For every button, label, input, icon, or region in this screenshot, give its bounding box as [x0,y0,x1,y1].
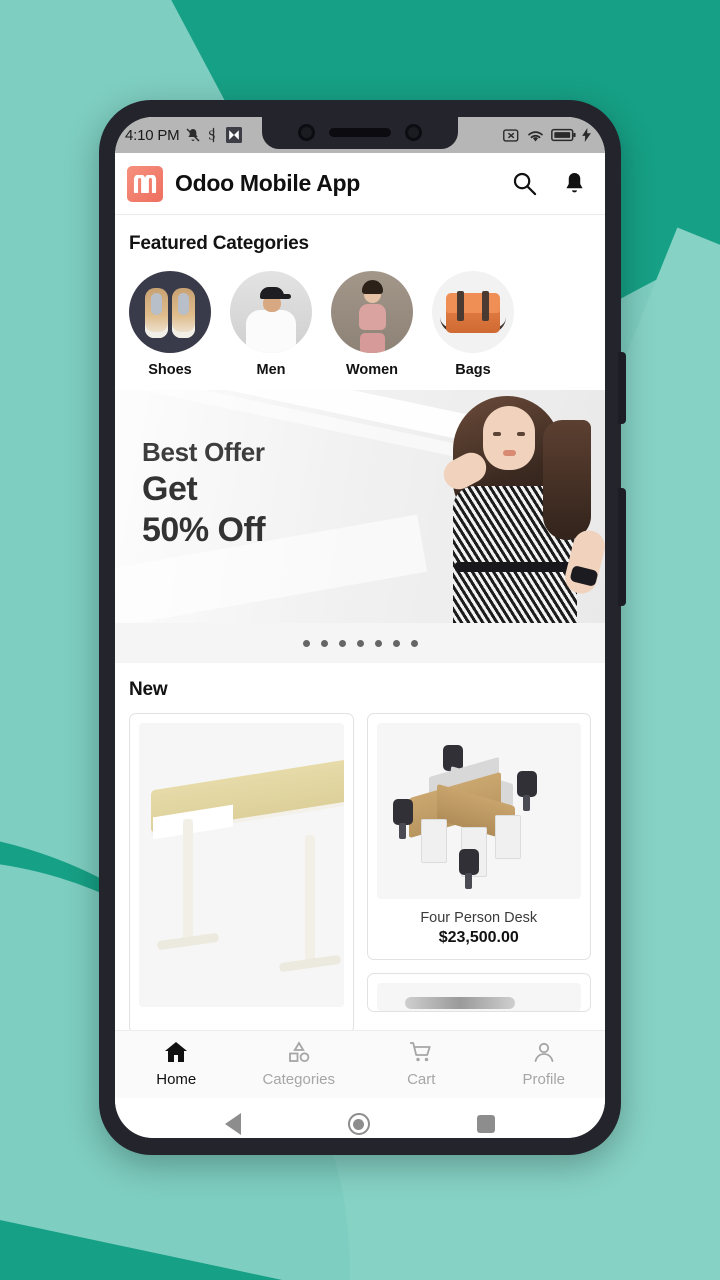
banner-model-image [409,390,605,623]
carousel-dot[interactable] [410,639,418,647]
product-grid: Four Person Desk $23,500.00 [115,701,605,1034]
svg-text:S: S [209,127,216,142]
home-circle-icon[interactable] [347,1113,370,1135]
product-card[interactable]: Four Person Desk $23,500.00 [366,713,591,960]
category-image-men [230,271,312,353]
product-image-corner-desk [139,723,344,1007]
category-label: Women [345,362,399,378]
featured-categories-list: Shoes Men Women Bags [115,255,605,390]
carousel-indicators [115,623,605,663]
battery-icon [551,128,576,142]
category-image-shoes [129,271,211,353]
category-label: Shoes [148,362,192,378]
earpiece-speaker [329,127,391,137]
carousel-dot[interactable] [392,639,400,647]
phone-device-frame: 4:10 PM S Odoo Mobile App Featured Categ… [99,100,626,1155]
carousel-dot[interactable] [356,639,364,647]
category-item-women[interactable]: Women [331,271,413,378]
android-system-nav [115,1098,605,1138]
banner-line-1: Best Offer [142,437,265,467]
product-image-four-person-desk [376,723,581,899]
product-column-left [129,713,354,1034]
category-image-women [331,271,413,353]
front-camera-icon [298,123,315,141]
carousel-dot[interactable] [338,639,346,647]
status-clock: 4:10 PM [125,126,180,144]
featured-categories-title: Featured Categories [129,233,309,254]
back-triangle-icon[interactable] [224,1113,241,1135]
banner-line-2: Get [142,470,198,508]
nav-label: Categories [262,1071,336,1088]
product-card-partial[interactable] [366,973,591,1012]
banner-line-3: 50% Off [142,511,266,549]
category-item-men[interactable]: Men [230,271,312,378]
sync-icon [226,127,243,143]
nav-item-profile[interactable]: Profile [483,1041,606,1088]
home-icon [164,1041,188,1068]
product-column-right: Four Person Desk $23,500.00 [366,713,591,1034]
product-name: Four Person Desk [420,910,538,926]
odoo-logo-icon [127,165,163,202]
nav-label: Home [156,1071,197,1088]
phone-screen: 4:10 PM S Odoo Mobile App Featured Categ… [115,117,605,1138]
nav-item-home[interactable]: Home [115,1041,238,1088]
nav-label: Profile [522,1071,566,1088]
app-bar: Odoo Mobile App [115,153,605,215]
product-card[interactable] [129,713,354,1034]
category-item-shoes[interactable]: Shoes [129,271,211,378]
s-badge-icon: S [207,127,220,143]
bell-icon[interactable] [557,167,591,201]
status-bar: 4:10 PM S [115,117,605,153]
carousel-dot[interactable] [374,639,382,647]
category-image-bags [432,271,514,353]
bottom-navigation-bar: Home Categories Cart Profile [115,1030,605,1098]
category-label: Bags [455,362,491,378]
search-icon[interactable] [507,167,541,201]
category-label: Men [256,362,286,378]
carousel-dot[interactable] [320,639,328,647]
status-bar-left: 4:10 PM S [125,126,243,144]
new-section-title: New [129,679,168,700]
wifi-icon [526,128,545,143]
banner-text-block: Best Offer Get 50% Off [142,437,266,550]
status-bar-right [503,128,591,143]
display-notch [262,117,458,149]
product-image-partial [376,983,581,1011]
power-button[interactable] [618,352,626,424]
profile-icon [532,1041,556,1068]
no-sim-icon [503,128,520,143]
page-title: Odoo Mobile App [175,170,361,196]
category-item-bags[interactable]: Bags [432,271,514,378]
recents-square-icon[interactable] [477,1115,496,1133]
carousel-dot[interactable] [302,639,310,647]
volume-button[interactable] [618,488,626,606]
wallpaper-background: 4:10 PM S Odoo Mobile App Featured Categ… [0,0,720,1280]
categories-icon [287,1041,311,1068]
promo-banner[interactable]: Best Offer Get 50% Off [115,390,605,623]
bell-muted-icon [185,127,201,143]
cart-icon [409,1041,433,1068]
nav-item-categories[interactable]: Categories [238,1041,361,1088]
charging-bolt-icon [582,128,591,142]
product-price: $23,500.00 [438,929,519,946]
front-camera-secondary-icon [405,123,422,141]
nav-label: Cart [407,1071,436,1088]
nav-item-cart[interactable]: Cart [360,1041,483,1088]
main-content: Featured Categories Shoes Men Women Bags… [115,215,605,1098]
